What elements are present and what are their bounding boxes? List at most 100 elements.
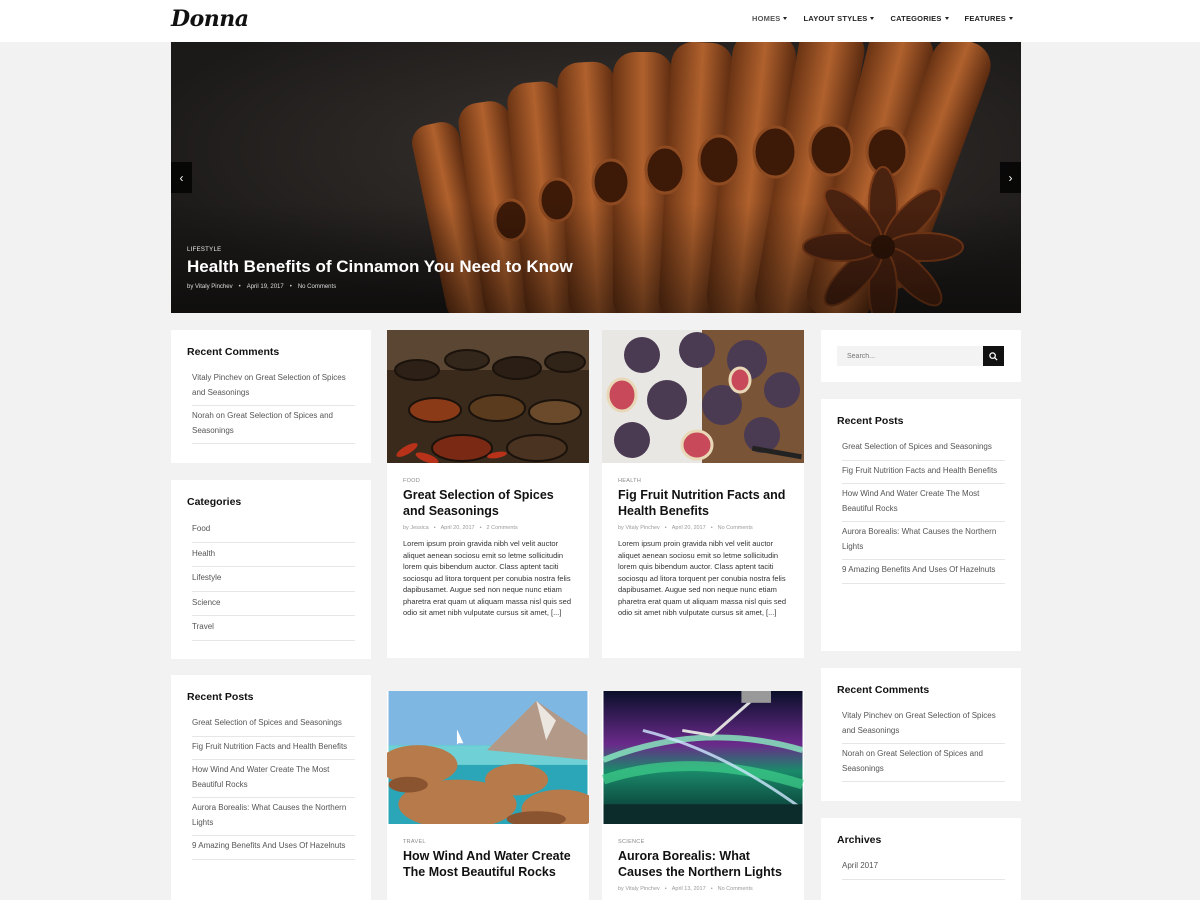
archive-list: April 2017 <box>837 856 1005 880</box>
hero-category[interactable]: LIFESTYLE <box>187 247 221 253</box>
hero-meta: by Vitaly Pinchev • April 19, 2017 • No … <box>187 284 336 290</box>
widget-title: Recent Comments <box>187 346 280 358</box>
widget-title: Categories <box>187 496 242 508</box>
nav-categories[interactable]: CATEGORIES <box>890 14 949 23</box>
comment-item[interactable]: Norah on Great Selection of Spices and S… <box>192 406 355 444</box>
hero-comments[interactable]: No Comments <box>298 284 336 290</box>
comment-item[interactable]: Norah on Great Selection of Spices and S… <box>842 744 1005 782</box>
meta-separator: • <box>710 525 713 531</box>
hero-date[interactable]: April 19, 2017 <box>247 284 284 290</box>
widget-archives: Archives April 2017 <box>821 818 1021 900</box>
nav-features-label: FEATURES <box>964 14 1006 23</box>
widget-title: Archives <box>837 834 882 846</box>
widget-title: Recent Posts <box>837 415 904 427</box>
recent-post-item[interactable]: Fig Fruit Nutrition Facts and Health Ben… <box>842 461 1005 484</box>
recent-post-item[interactable]: Great Selection of Spices and Seasonings <box>842 437 1005 461</box>
meta-separator: • <box>238 284 241 290</box>
search-button[interactable] <box>983 346 1004 366</box>
post-category[interactable]: TRAVEL <box>403 839 573 845</box>
caret-down-icon <box>783 17 788 20</box>
meta-separator: • <box>710 886 713 892</box>
nav-layout-styles[interactable]: LAYOUT STYLES <box>803 14 875 23</box>
meta-separator: • <box>479 525 482 531</box>
post-category[interactable]: SCIENCE <box>618 839 788 845</box>
site-logo[interactable]: Donna <box>171 6 249 32</box>
category-item[interactable]: Food <box>192 518 355 543</box>
post-body: SCIENCE Aurora Borealis: What Causes the… <box>602 824 804 892</box>
post-author[interactable]: by Vitaly Pinchev <box>618 525 660 531</box>
recent-post-item[interactable]: Fig Fruit Nutrition Facts and Health Ben… <box>192 737 355 760</box>
post-category[interactable]: HEALTH <box>618 478 788 484</box>
post-author[interactable]: by Jessica <box>403 525 429 531</box>
recent-post-item[interactable]: 9 Amazing Benefits And Uses Of Hazelnuts <box>192 836 355 860</box>
post-date[interactable]: April 13, 2017 <box>672 886 706 892</box>
post-body: FOOD Great Selection of Spices and Seaso… <box>387 463 589 619</box>
category-list: Food Health Lifestyle Science Travel <box>187 518 355 641</box>
main-nav: HOMES LAYOUT STYLES CATEGORIES FEATURES <box>752 14 1013 23</box>
nav-layout-styles-label: LAYOUT STYLES <box>803 14 868 23</box>
hero-author[interactable]: by Vitaly Pinchev <box>187 284 233 290</box>
post-meta: by Jessica • April 20, 2017 • 2 Comments <box>403 525 573 531</box>
recent-post-item[interactable]: Great Selection of Spices and Seasonings <box>192 713 355 737</box>
post-card: SCIENCE Aurora Borealis: What Causes the… <box>602 691 804 900</box>
post-title[interactable]: Fig Fruit Nutrition Facts and Health Ben… <box>618 488 788 519</box>
recent-post-item[interactable]: Aurora Borealis: What Causes the Norther… <box>842 522 1005 560</box>
post-meta: by Vitaly Pinchev • April 20, 2017 • No … <box>618 525 788 531</box>
nav-homes[interactable]: HOMES <box>752 14 788 23</box>
comment-item[interactable]: Vitaly Pinchev on Great Selection of Spi… <box>192 368 355 406</box>
meta-separator: • <box>664 525 667 531</box>
post-title[interactable]: Aurora Borealis: What Causes the Norther… <box>618 849 788 880</box>
widget-categories: Categories Food Health Lifestyle Science… <box>171 480 371 659</box>
comment-list: Vitaly Pinchev on Great Selection of Spi… <box>837 706 1005 782</box>
search-form <box>837 346 1005 366</box>
post-card: TRAVEL How Wind And Water Create The Mos… <box>387 691 589 900</box>
nav-features[interactable]: FEATURES <box>965 14 1013 23</box>
post-card: HEALTH Fig Fruit Nutrition Facts and Hea… <box>602 330 804 658</box>
post-date[interactable]: April 20, 2017 <box>441 525 475 531</box>
category-item[interactable]: Travel <box>192 616 355 641</box>
recent-post-list: Great Selection of Spices and Seasonings… <box>837 437 1005 584</box>
hero-slider[interactable]: ‹ › LIFESTYLE Health Benefits of Cinnamo… <box>171 42 1021 313</box>
caret-down-icon <box>1009 17 1013 20</box>
post-date[interactable]: April 20, 2017 <box>672 525 706 531</box>
post-comments[interactable]: 2 Comments <box>487 525 518 531</box>
post-thumbnail-spices[interactable] <box>387 330 589 463</box>
search-input[interactable] <box>837 346 983 366</box>
slider-prev-button[interactable]: ‹ <box>171 162 192 193</box>
widget-recent-comments-right: Recent Comments Vitaly Pinchev on Great … <box>821 668 1021 801</box>
post-thumbnail-figs[interactable] <box>602 330 804 463</box>
widget-title: Recent Comments <box>837 684 930 696</box>
recent-post-list: Great Selection of Spices and Seasonings… <box>187 713 355 860</box>
search-icon <box>989 351 998 361</box>
meta-separator: • <box>289 284 292 290</box>
post-comments[interactable]: No Comments <box>718 886 753 892</box>
slider-next-button[interactable]: › <box>1000 162 1021 193</box>
comment-list: Vitaly Pinchev on Great Selection of Spi… <box>187 368 355 444</box>
meta-separator: • <box>664 886 667 892</box>
caret-down-icon <box>870 17 875 20</box>
post-category[interactable]: FOOD <box>403 478 573 484</box>
widget-recent-posts-right: Recent Posts Great Selection of Spices a… <box>821 399 1021 651</box>
post-body: HEALTH Fig Fruit Nutrition Facts and Hea… <box>602 463 804 619</box>
post-thumbnail-aurora[interactable] <box>602 691 804 824</box>
recent-post-item[interactable]: How Wind And Water Create The Most Beaut… <box>192 760 355 798</box>
post-excerpt: Lorem ipsum proin gravida nibh vel velit… <box>403 539 572 617</box>
header: Donna HOMES LAYOUT STYLES CATEGORIES FEA… <box>0 0 1200 42</box>
comment-item[interactable]: Vitaly Pinchev on Great Selection of Spi… <box>842 706 1005 744</box>
post-meta: by Vitaly Pinchev • April 13, 2017 • No … <box>618 886 788 892</box>
post-title[interactable]: How Wind And Water Create The Most Beaut… <box>403 849 573 880</box>
post-title[interactable]: Great Selection of Spices and Seasonings <box>403 488 573 519</box>
meta-separator: • <box>433 525 436 531</box>
post-thumbnail-rocks[interactable] <box>387 691 589 824</box>
category-item[interactable]: Lifestyle <box>192 567 355 592</box>
category-item[interactable]: Health <box>192 543 355 567</box>
category-item[interactable]: Science <box>192 592 355 616</box>
hero-title[interactable]: Health Benefits of Cinnamon You Need to … <box>187 257 573 277</box>
archive-item[interactable]: April 2017 <box>842 856 1005 880</box>
post-comments[interactable]: No Comments <box>718 525 753 531</box>
recent-post-item[interactable]: Aurora Borealis: What Causes the Norther… <box>192 798 355 836</box>
recent-post-item[interactable]: 9 Amazing Benefits And Uses Of Hazelnuts <box>842 560 1005 584</box>
post-author[interactable]: by Vitaly Pinchev <box>618 886 660 892</box>
post-excerpt: Lorem ipsum proin gravida nibh vel velit… <box>618 539 787 617</box>
recent-post-item[interactable]: How Wind And Water Create The Most Beaut… <box>842 484 1005 522</box>
